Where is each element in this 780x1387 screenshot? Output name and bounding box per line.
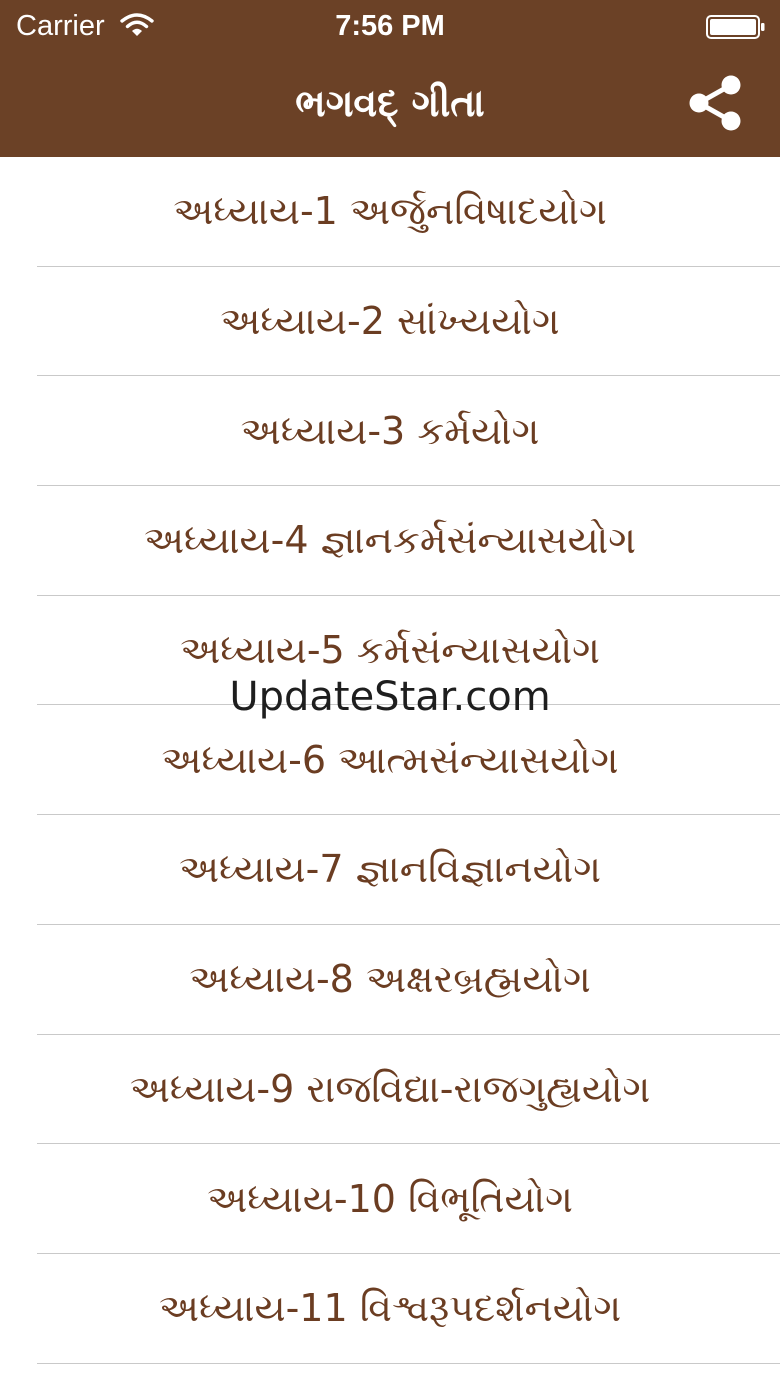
- status-bar: Carrier 7:56 PM: [0, 0, 780, 52]
- chapter-label: અધ્યાય-5 કર્મસંન્યાસયોગ: [180, 628, 600, 673]
- navigation-bar: ભગવદ્ ગીતા: [0, 52, 780, 157]
- list-item[interactable]: અધ્યાય-6 આત્મસંન્યાસયોગ: [0, 705, 780, 815]
- chapter-label: અધ્યાય-6 આત્મસંન્યાસયોગ: [161, 737, 619, 782]
- chapter-label: અધ્યાય-11 વિશ્વરૂપદર્શનયોગ: [158, 1286, 622, 1331]
- battery-icon: [706, 15, 765, 39]
- chapter-label: અધ્યાય-2 સાંખ્યયોગ: [220, 299, 560, 344]
- chapter-label: અધ્યાય-1 અર્જુનવિષાદયોગ: [173, 189, 607, 234]
- chapter-label: અધ્યાય-8 અક્ષરબ્રહ્મયોગ: [189, 957, 591, 1002]
- chapter-label: અધ્યાય-10 વિભૂતિયોગ: [207, 1176, 573, 1221]
- list-item[interactable]: અધ્યાય-7 જ્ઞાનવિજ્ઞાનયોગ: [0, 815, 780, 925]
- chapter-label: અધ્યાય-7 જ્ઞાનવિજ્ઞાનયોગ: [178, 847, 602, 892]
- chapter-list: અધ્યાય-1 અર્જુનવિષાદયોગ અધ્યાય-2 સાંખ્યય…: [0, 157, 780, 1364]
- list-item[interactable]: અધ્યાય-3 કર્મયોગ: [0, 376, 780, 486]
- page-title: ભગવદ્ ગીતા: [295, 81, 485, 125]
- top-bar: Carrier 7:56 PM ભગવદ્ ગીતા: [0, 0, 780, 157]
- list-item[interactable]: અધ્યાય-4 જ્ઞાનકર્મસંન્યાસયોગ: [0, 486, 780, 596]
- chapter-label: અધ્યાય-4 જ્ઞાનકર્મસંન્યાસયોગ: [143, 518, 637, 563]
- list-item[interactable]: અધ્યાય-1 અર્જુનવિષાદયોગ: [0, 157, 780, 267]
- status-time: 7:56 PM: [335, 10, 445, 42]
- chapter-label: અધ્યાય-9 રાજવિદ્યા-રાજગુહ્યયોગ: [129, 1066, 651, 1111]
- chapter-label: અધ્યાય-3 કર્મયોગ: [240, 408, 540, 453]
- list-item[interactable]: અધ્યાય-5 કર્મસંન્યાસયોગ: [0, 596, 780, 706]
- list-item[interactable]: અધ્યાય-11 વિશ્વરૂપદર્શનયોગ: [0, 1254, 780, 1364]
- list-item[interactable]: અધ્યાય-10 વિભૂતિયોગ: [0, 1144, 780, 1254]
- screen: Carrier 7:56 PM ભગવદ્ ગીતા અધ્યાય-1 અર્જ…: [0, 0, 780, 1387]
- share-icon[interactable]: [684, 72, 746, 134]
- list-item[interactable]: અધ્યાય-2 સાંખ્યયોગ: [0, 267, 780, 377]
- list-item[interactable]: અધ્યાય-8 અક્ષરબ્રહ્મયોગ: [0, 925, 780, 1035]
- list-item[interactable]: અધ્યાય-9 રાજવિદ્યા-રાજગુહ્યયોગ: [0, 1035, 780, 1145]
